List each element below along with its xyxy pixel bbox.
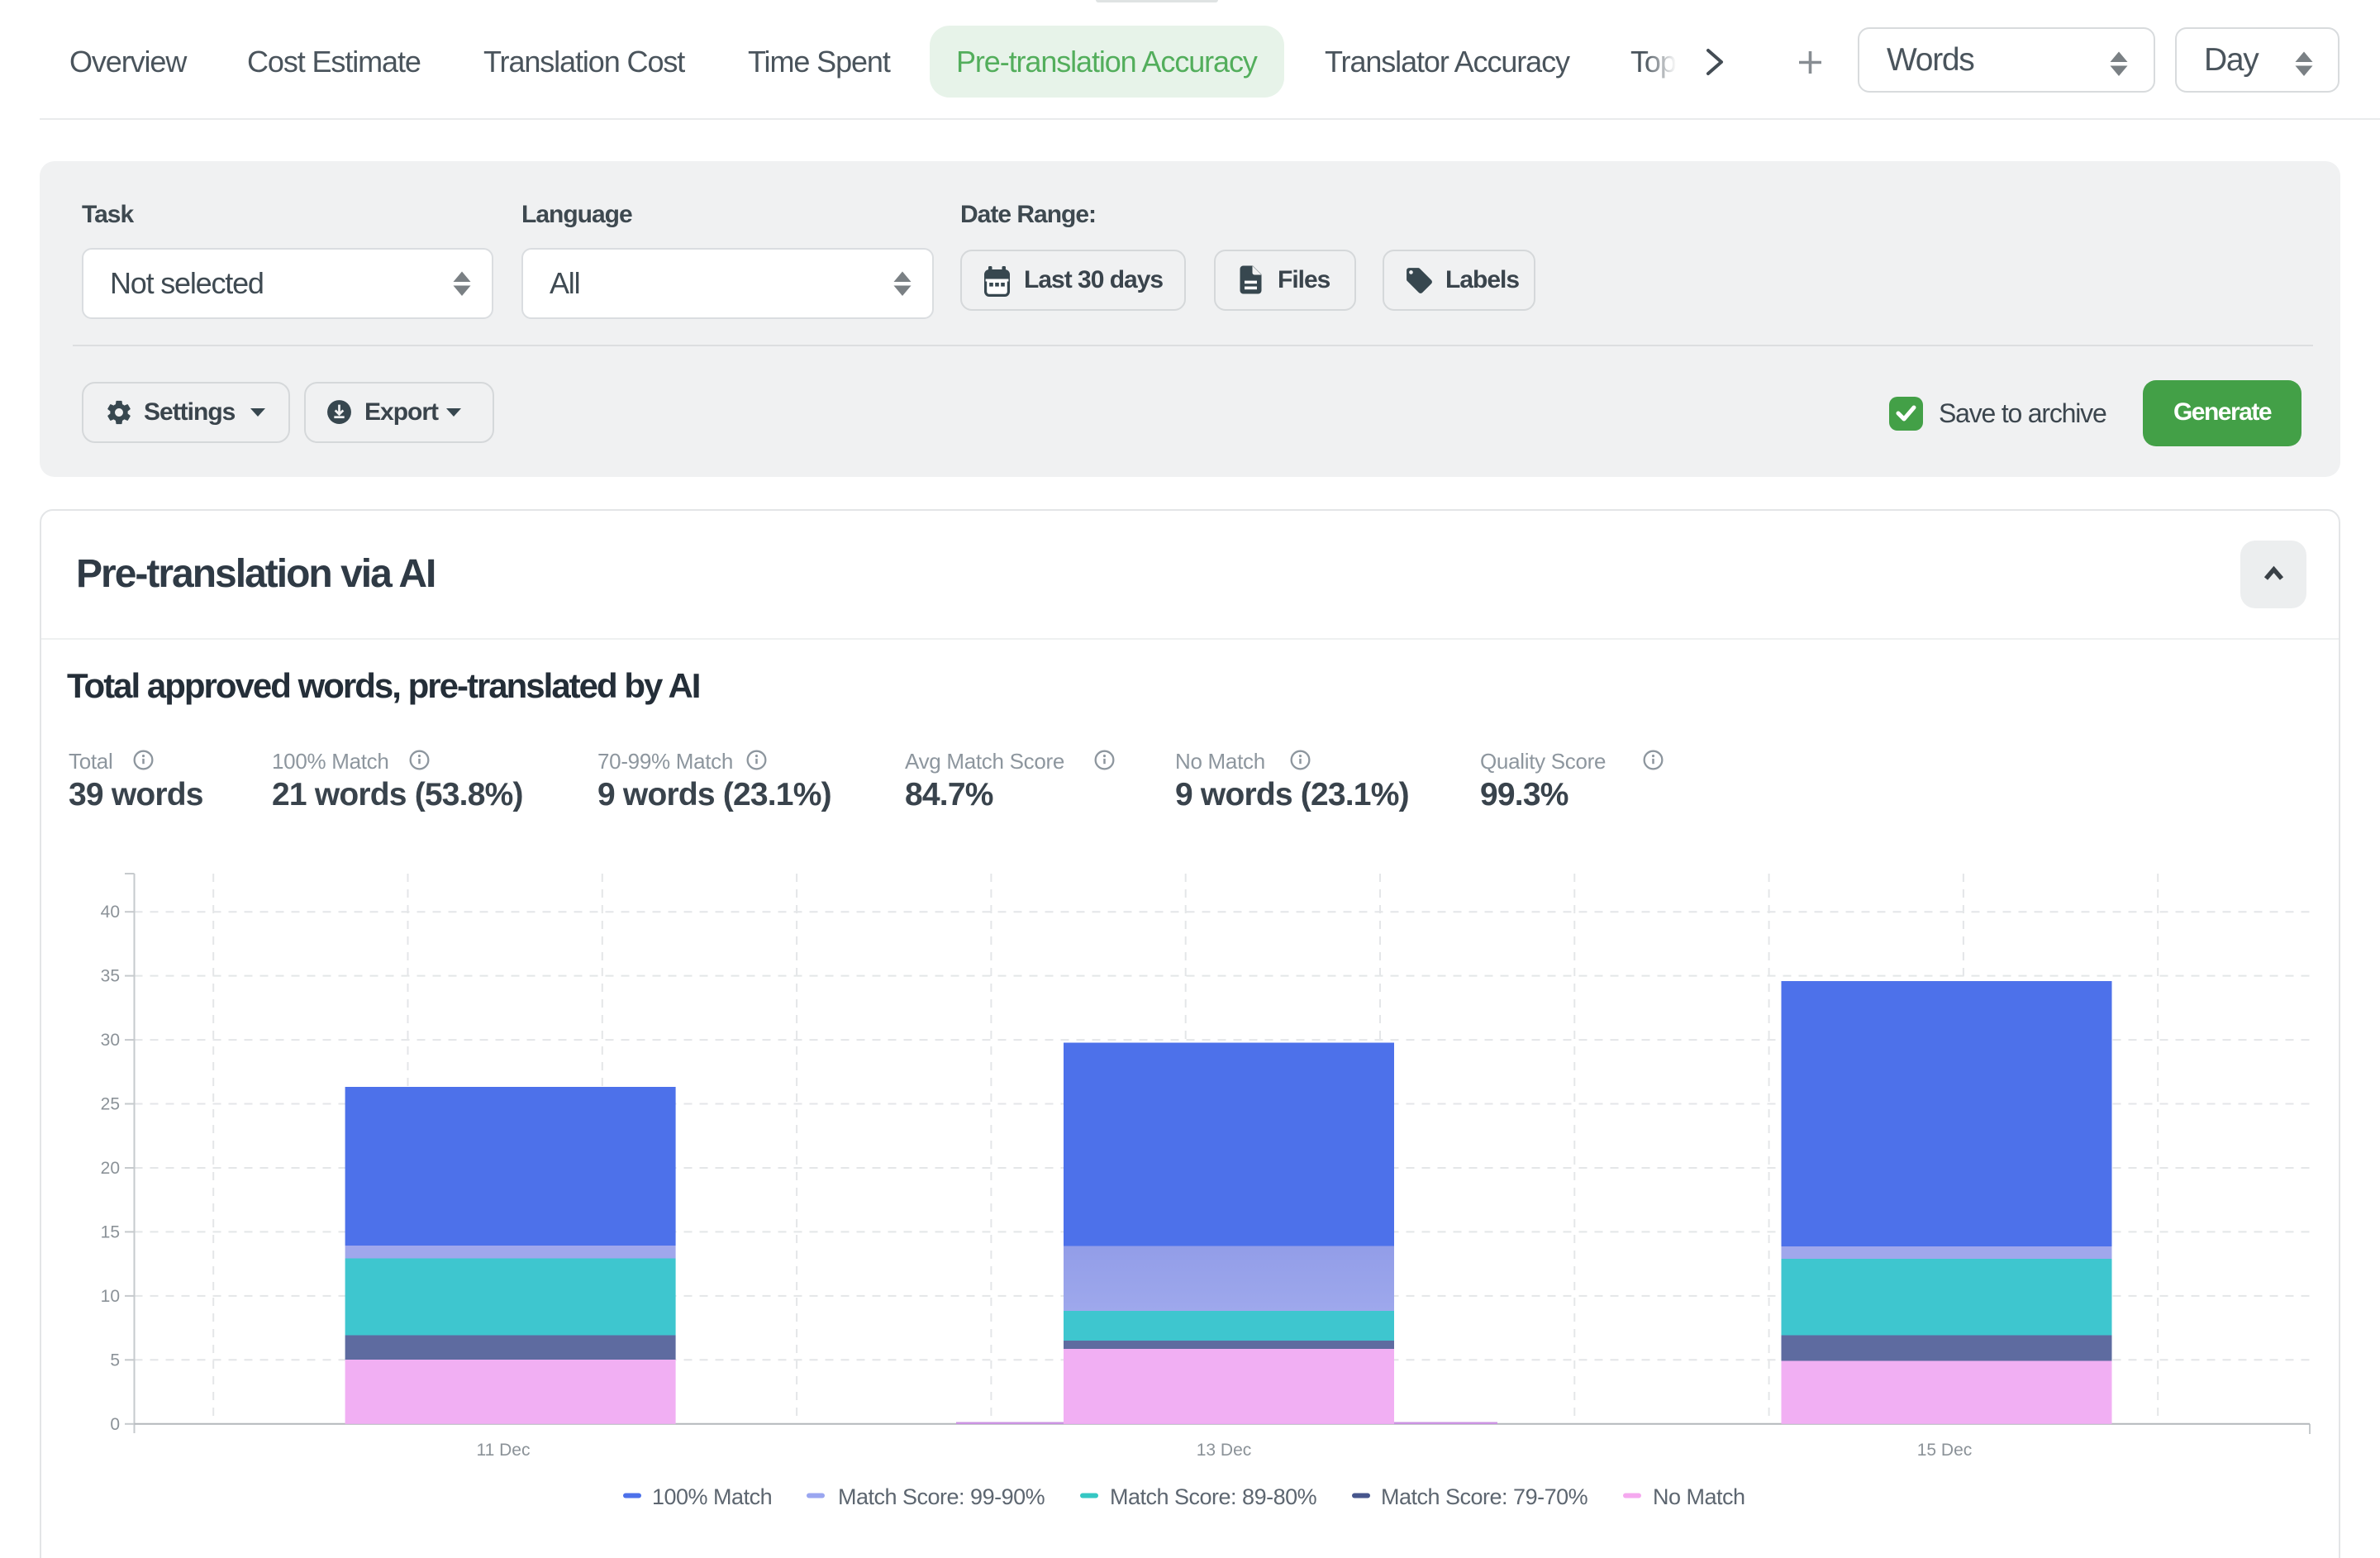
svg-text:10: 10 <box>101 1287 120 1306</box>
svg-text:13 Dec: 13 Dec <box>1197 1441 1252 1460</box>
svg-text:20: 20 <box>101 1159 120 1178</box>
svg-text:Match Score: 89-80%: Match Score: 89-80% <box>1110 1484 1317 1509</box>
svg-text:30: 30 <box>101 1031 120 1050</box>
svg-text:0: 0 <box>110 1415 120 1434</box>
svg-text:15 Dec: 15 Dec <box>1917 1441 1973 1460</box>
svg-text:Match Score: 79-70%: Match Score: 79-70% <box>1381 1484 1588 1509</box>
svg-text:Match Score: 99-90%: Match Score: 99-90% <box>838 1484 1045 1509</box>
svg-text:100% Match: 100% Match <box>652 1484 772 1509</box>
svg-text:25: 25 <box>101 1095 120 1114</box>
svg-text:40: 40 <box>101 903 120 922</box>
svg-text:15: 15 <box>101 1223 120 1242</box>
svg-text:11 Dec: 11 Dec <box>477 1441 531 1460</box>
svg-text:5: 5 <box>110 1351 120 1370</box>
svg-text:No Match: No Match <box>1653 1484 1745 1509</box>
svg-text:35: 35 <box>101 967 120 986</box>
